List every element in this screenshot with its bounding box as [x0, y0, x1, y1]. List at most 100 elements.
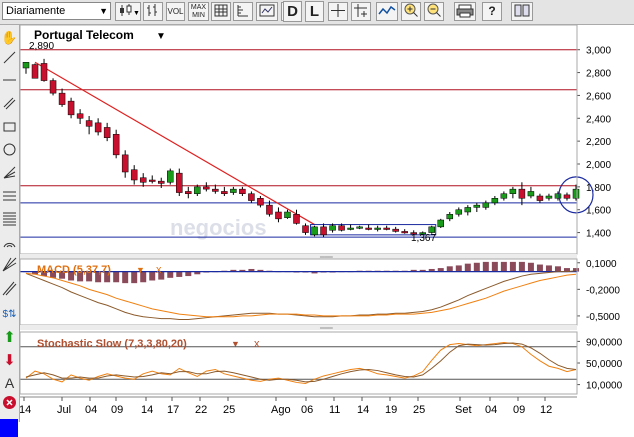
bars-icon-button[interactable] — [143, 2, 163, 21]
candle-body[interactable] — [185, 191, 192, 194]
arrow-up-icon[interactable]: ⬆ — [1, 327, 18, 348]
crosshair-button[interactable] — [328, 2, 348, 21]
candle-body[interactable] — [248, 193, 255, 201]
candle-body[interactable] — [103, 127, 111, 138]
candlestick-type-button[interactable]: ▼ — [115, 2, 141, 21]
candle-body[interactable] — [518, 188, 526, 199]
fibonacci-icon[interactable] — [1, 211, 18, 232]
gann-icon[interactable] — [1, 257, 18, 278]
candle-body[interactable] — [121, 154, 129, 173]
candle-body[interactable] — [500, 193, 508, 199]
candle-body[interactable] — [554, 193, 562, 199]
close-icon[interactable]: x — [254, 338, 260, 350]
panel-splitter[interactable] — [20, 325, 577, 330]
candle-body[interactable] — [176, 172, 183, 193]
circle-icon[interactable] — [1, 142, 18, 163]
trend-line[interactable] — [34, 61, 315, 226]
candle-body[interactable] — [85, 120, 93, 127]
candle-body[interactable] — [401, 231, 408, 234]
candle-body[interactable] — [221, 191, 228, 194]
arc-icon[interactable] — [1, 234, 18, 255]
candle-body[interactable] — [302, 225, 309, 233]
close-icon[interactable]: x — [156, 264, 162, 276]
chevron-down-icon[interactable]: ▼ — [136, 265, 145, 275]
candle-body[interactable] — [455, 209, 463, 215]
candle-body[interactable] — [437, 219, 445, 228]
candle-body[interactable] — [230, 188, 237, 193]
daily-button[interactable]: D — [283, 1, 302, 22]
channel-icon[interactable] — [1, 188, 18, 209]
candle-body[interactable] — [76, 113, 84, 119]
horizontal-line-icon[interactable] — [1, 73, 18, 94]
candle-body[interactable] — [482, 202, 490, 208]
candle-body[interactable] — [374, 227, 381, 230]
zoom-in-button[interactable] — [401, 2, 421, 21]
candle-body[interactable] — [491, 198, 499, 204]
parallel-lines-icon[interactable] — [1, 96, 18, 117]
candle-body[interactable] — [329, 225, 336, 231]
volume-button[interactable]: VOL — [166, 2, 185, 21]
candle-body[interactable] — [464, 207, 472, 213]
speed-lines-icon[interactable] — [1, 281, 18, 302]
candle-body[interactable] — [194, 186, 201, 194]
candle-body[interactable] — [94, 122, 102, 133]
candle-body[interactable] — [167, 170, 174, 183]
hand-icon[interactable]: ✋ — [1, 27, 18, 48]
splitter-handle-icon[interactable]: ═══ — [319, 326, 334, 332]
candle-body[interactable] — [157, 180, 165, 184]
candle-body[interactable] — [239, 188, 246, 194]
candle-body[interactable] — [40, 63, 48, 81]
rectangle-icon[interactable] — [1, 119, 18, 140]
candle-body[interactable] — [347, 227, 354, 230]
candle-body[interactable] — [536, 195, 544, 201]
candle-body[interactable] — [356, 226, 363, 229]
candle-body[interactable] — [428, 226, 435, 233]
dollar-arrows-icon[interactable]: $⇅ — [1, 304, 18, 325]
candle-body[interactable] — [383, 227, 390, 230]
fan-icon[interactable] — [1, 165, 18, 186]
candle-body[interactable] — [139, 177, 147, 183]
candle-body[interactable] — [509, 188, 517, 194]
chart-area[interactable]: negocios 3,000 2,800 2,600 2,400 2,200 2,000 1… — [20, 25, 633, 422]
candle-body[interactable] — [275, 211, 282, 220]
panel-splitter[interactable] — [20, 254, 577, 259]
delete-icon[interactable] — [1, 395, 18, 416]
candle-body[interactable] — [266, 204, 273, 215]
candle-body[interactable] — [58, 92, 66, 105]
grid-button[interactable] — [211, 2, 231, 21]
chevron-down-icon[interactable]: ▼ — [156, 31, 166, 42]
candle-body[interactable] — [49, 80, 57, 94]
line-tool-icon[interactable] — [1, 50, 18, 71]
candle-body[interactable] — [148, 179, 156, 182]
candle-body[interactable] — [446, 214, 454, 220]
candle-body[interactable] — [212, 188, 219, 192]
cursor-button[interactable] — [351, 2, 371, 21]
book-button[interactable] — [511, 2, 533, 21]
scale-button[interactable] — [233, 2, 253, 21]
candle-body[interactable] — [31, 64, 39, 79]
arrow-down-icon[interactable]: ⬇ — [1, 350, 18, 371]
candle-body[interactable] — [311, 226, 318, 236]
candle-body[interactable] — [203, 186, 210, 190]
compare-button[interactable] — [256, 2, 278, 21]
linear-button[interactable]: L — [305, 1, 324, 22]
help-button[interactable]: ? — [482, 2, 502, 21]
candle-body[interactable] — [545, 195, 553, 199]
max-min-button[interactable]: MAX MIN — [188, 2, 209, 21]
line-tool-button[interactable] — [376, 2, 398, 21]
candle-body[interactable] — [365, 227, 372, 230]
candle-body[interactable] — [130, 169, 138, 181]
candle-body[interactable] — [563, 194, 571, 199]
candle-body[interactable] — [527, 191, 535, 197]
candle-body[interactable] — [67, 100, 75, 116]
splitter-handle-icon[interactable]: ═══ — [319, 255, 334, 261]
candle-body[interactable] — [392, 228, 399, 232]
candle-body[interactable] — [112, 134, 120, 156]
print-button[interactable] — [454, 2, 476, 21]
text-tool-icon[interactable]: A — [1, 373, 18, 394]
chevron-down-icon[interactable]: ▼ — [231, 339, 240, 349]
zoom-out-button[interactable] — [424, 2, 444, 21]
candle-body[interactable] — [572, 188, 580, 199]
candle-body[interactable] — [338, 225, 345, 231]
candle-body[interactable] — [284, 211, 291, 218]
